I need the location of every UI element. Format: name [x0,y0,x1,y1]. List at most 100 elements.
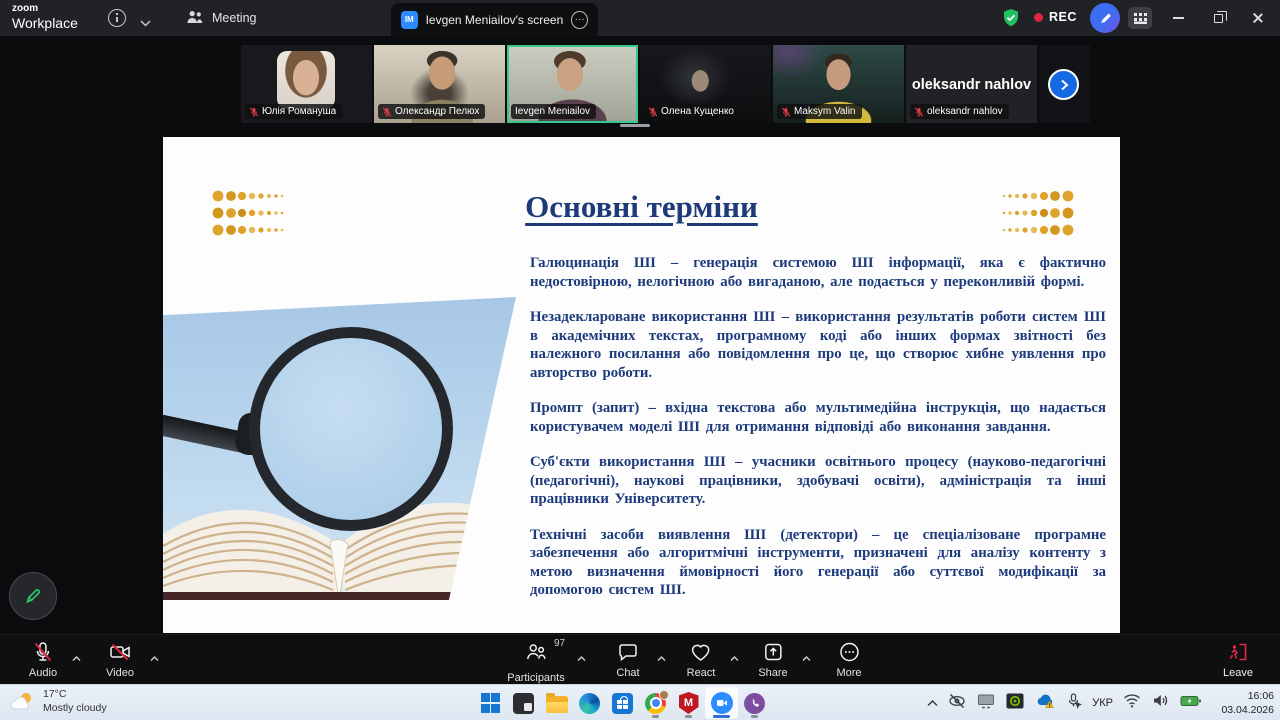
leave-button[interactable]: Leave [1223,640,1253,679]
tab-options-ellipsis-icon[interactable] [571,11,588,29]
share-screen-icon [761,640,785,664]
more-button[interactable]: More [836,640,861,679]
react-button[interactable]: React [687,640,716,679]
eye-slash-icon[interactable] [947,691,967,716]
battery-icon[interactable] [1180,694,1202,713]
participants-count: 97 [554,638,565,649]
logo-line2: Workplace [12,16,78,30]
viber-icon [744,693,765,714]
slide-body-text: Галюцинація ШІ – генерація системою ШІ і… [530,254,1106,617]
recording-indicator[interactable]: REC [1034,10,1077,24]
leave-door-icon [1226,640,1250,664]
taskbar-clock[interactable]: 16:06 03.04.2026 [1221,689,1274,717]
microsoft-store-button[interactable] [606,687,639,719]
start-button[interactable] [474,687,507,719]
participant-tile[interactable]: Юлія Романуша [241,45,372,123]
participant-tile-active-speaker[interactable]: Ievgen Meniailov [507,45,638,123]
taskbar-temperature: 17°C [43,688,107,702]
voice-typing-mic-icon[interactable] [1065,692,1083,715]
audio-button[interactable]: Audio [29,640,57,679]
taskbar-time: 16:06 [1221,689,1274,703]
taskbar-date: 03.04.2026 [1221,703,1274,717]
slide-paragraph: Галюцинація ШІ – генерація системою ШІ і… [530,254,1106,291]
window-titlebar: zoom Workplace Meeting IM Ievgen Meniail… [0,0,1280,36]
participant-nametag: Юлія Романуша [245,104,342,119]
chrome-profile-avatar [659,690,669,700]
close-button[interactable] [1238,0,1278,36]
video-options-chevron[interactable] [150,649,159,667]
minimize-button[interactable] [1158,0,1198,36]
magnifier-book-photo [163,297,516,600]
speaker-icon[interactable] [1151,692,1171,714]
presentation-slide: Основні терміни [163,137,1120,633]
participants-button[interactable]: 97 Participants [507,640,564,684]
participant-video-strip: Юлія Романуша Олександр Пелюх Ievgen Men… [0,36,1280,128]
info-icon[interactable] [108,9,126,27]
participant-nametag: oleksandr nahlov [910,104,1009,119]
zoom-workplace-window: zoom Workplace Meeting IM Ievgen Meniail… [0,0,1280,720]
nvidia-icon[interactable] [1005,691,1025,716]
video-strip-drag-handle[interactable] [620,124,650,127]
tab-screen-share[interactable]: IM Ievgen Meniailov's screen [391,3,598,36]
edge-button[interactable] [573,687,606,719]
next-participants-arrow-button[interactable] [1048,69,1079,100]
react-options-chevron[interactable] [730,649,739,667]
mic-muted-icon [781,107,791,117]
mic-muted-icon [914,107,924,117]
chrome-button[interactable] [639,687,672,719]
mic-muted-icon [31,640,55,664]
slide-paragraph: Технічні засоби виявлення ШІ (детектори)… [530,526,1106,600]
participants-icon [524,640,548,664]
participant-nametag: Олена Кущенко [644,104,740,119]
chevron-down-icon[interactable] [140,14,151,32]
display-icon[interactable] [976,692,996,715]
screen-share-badge: IM [401,11,418,29]
heart-icon [689,640,713,664]
restore-button[interactable] [1198,0,1238,36]
avatar [277,51,335,109]
chrome-icon [645,693,666,714]
audio-options-chevron[interactable] [72,649,81,667]
windows-taskbar: 17°C Mostly cloudy M [0,684,1280,720]
mic-muted-icon [648,107,658,117]
mcafee-shield-icon: M [679,692,699,714]
participant-tile[interactable]: Олена Кущенко [640,45,771,123]
chat-options-chevron[interactable] [657,649,666,667]
annotate-pencil-button[interactable] [1090,3,1120,33]
participant-tile[interactable]: oleksandr nahlov oleksandr nahlov [906,45,1037,123]
slide-paragraph: Промпт (запит) – вхідна текстова або мул… [530,399,1106,436]
participant-nametag: Олександр Пелюх [378,104,485,119]
mcafee-button[interactable]: M [672,687,705,719]
rec-label: REC [1049,10,1077,24]
participants-options-chevron[interactable] [577,649,586,667]
wifi-icon[interactable] [1122,692,1142,714]
camera-muted-icon [108,640,132,664]
security-shield-icon[interactable] [1002,8,1020,33]
participant-tile[interactable]: Maksym Valin [773,45,904,123]
chat-button[interactable]: Chat [616,640,640,679]
magnifier-lens [249,327,453,531]
screen-share-tab-label: Ievgen Meniailov's screen [426,13,564,27]
tray-chevron-up-icon[interactable] [927,694,938,712]
meeting-toolbar: Audio Video 97 Participants Chat React [0,634,1280,684]
annotation-pencil-fab[interactable] [9,572,57,620]
windows-logo-icon [481,693,501,713]
share-button[interactable]: Share [758,640,787,679]
viber-button[interactable] [738,687,771,719]
apps-grid-icon[interactable] [1128,7,1152,29]
mic-muted-icon [382,107,392,117]
keyboard-language[interactable]: УКР [1092,697,1113,709]
mic-muted-icon [249,107,259,117]
weather-widget[interactable]: 17°C Mostly cloudy [8,688,107,715]
share-options-chevron[interactable] [802,649,811,667]
onedrive-warning-icon[interactable] [1034,691,1056,716]
file-explorer-button[interactable] [540,687,573,719]
task-view-button[interactable] [507,687,540,719]
taskbar-weather-label: Mostly cloudy [43,702,107,716]
tab-meeting[interactable]: Meeting [176,0,266,36]
zoom-app-button[interactable] [705,687,738,719]
participant-tile[interactable]: Олександр Пелюх [374,45,505,123]
task-view-icon [513,693,534,714]
system-tray: УКР [927,685,1202,720]
video-button[interactable]: Video [106,640,134,679]
